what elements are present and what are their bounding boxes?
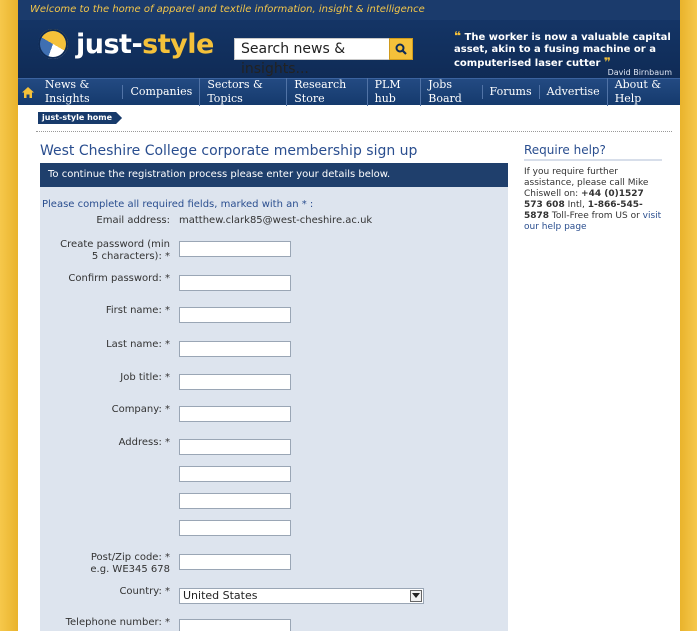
password-label: Create password (min 5 characters): * <box>60 239 170 262</box>
divider <box>36 131 672 132</box>
welcome-banner: Welcome to the home of apparel and texti… <box>18 0 680 20</box>
site-header: Welcome to the home of apparel and texti… <box>18 0 680 78</box>
confirm-password-label: Confirm password: * <box>68 273 170 284</box>
company-field[interactable] <box>179 406 291 422</box>
address-line-3-field[interactable] <box>179 493 291 509</box>
address-line-1-field[interactable] <box>179 439 291 455</box>
required-note: Please complete all required fields, mar… <box>42 199 314 210</box>
help-sidebar: Require help? If you require further ass… <box>524 143 662 233</box>
left-background-strip <box>0 0 18 631</box>
email-label: Email address: <box>96 215 170 226</box>
confirm-password-field[interactable] <box>179 275 291 291</box>
logo-mark-icon <box>38 29 68 59</box>
telephone-label: Telephone number: * <box>65 617 170 628</box>
registration-form: To continue the registration process ple… <box>40 163 508 631</box>
job-title-label: Job title: * <box>120 372 170 383</box>
page-title: West Cheshire College corporate membersh… <box>40 143 418 159</box>
nav-item-plm-hub[interactable]: PLM hub <box>366 78 421 106</box>
nav-item-jobs-board[interactable]: Jobs Board <box>420 78 481 106</box>
search-button[interactable] <box>389 38 413 60</box>
chevron-down-icon[interactable] <box>410 590 422 602</box>
nav-item-advertise[interactable]: Advertise <box>538 85 607 99</box>
nav-item-companies[interactable]: Companies <box>122 85 199 99</box>
nav-item-about-help[interactable]: About & Help <box>606 78 680 106</box>
country-select[interactable]: United States <box>179 588 424 604</box>
page-frame: Welcome to the home of apparel and texti… <box>18 0 680 631</box>
nav-item-news-insights[interactable]: News & Insights <box>38 78 123 106</box>
logo-text: just-style <box>76 28 214 60</box>
help-text: If you require further assistance, pleas… <box>524 167 662 232</box>
site-logo[interactable]: just-style <box>38 26 214 62</box>
country-label: Country: * <box>119 586 170 597</box>
search-input[interactable]: Search news & insights... <box>234 38 402 77</box>
nav-item-research-store[interactable]: Research Store <box>286 78 366 106</box>
nav-home[interactable] <box>18 79 38 105</box>
breadcrumb-home[interactable]: just-style home <box>38 112 122 124</box>
address-line-2-field[interactable] <box>179 466 291 482</box>
header-quote: ❝ The worker is now a valuable capital a… <box>454 29 671 69</box>
form-banner: To continue the registration process ple… <box>40 163 508 187</box>
postcode-field[interactable] <box>179 554 291 570</box>
telephone-field[interactable] <box>179 619 291 631</box>
address-line-4-field[interactable] <box>179 520 291 536</box>
home-icon <box>21 86 34 98</box>
main-nav: News & Insights Companies Sectors & Topi… <box>18 78 680 106</box>
search-icon <box>395 43 407 55</box>
right-background-strip <box>680 0 697 631</box>
help-title: Require help? <box>524 143 662 161</box>
quote-author: David Birnbaum <box>607 68 672 77</box>
country-selected-value: United States <box>183 589 258 602</box>
first-name-field[interactable] <box>179 307 291 323</box>
first-name-label: First name: * <box>105 305 170 316</box>
password-field[interactable] <box>179 241 291 257</box>
email-value: matthew.clark85@west-cheshire.ac.uk <box>179 215 373 226</box>
last-name-label: Last name: * <box>106 339 170 350</box>
postcode-label: Post/Zip code: * e.g. WE345 678 <box>90 552 170 575</box>
address-label: Address: * <box>118 437 170 448</box>
job-title-field[interactable] <box>179 374 291 390</box>
nav-item-forums[interactable]: Forums <box>481 85 539 99</box>
last-name-field[interactable] <box>179 341 291 357</box>
nav-item-sectors-topics[interactable]: Sectors & Topics <box>199 78 286 106</box>
company-label: Company: * <box>111 404 170 415</box>
